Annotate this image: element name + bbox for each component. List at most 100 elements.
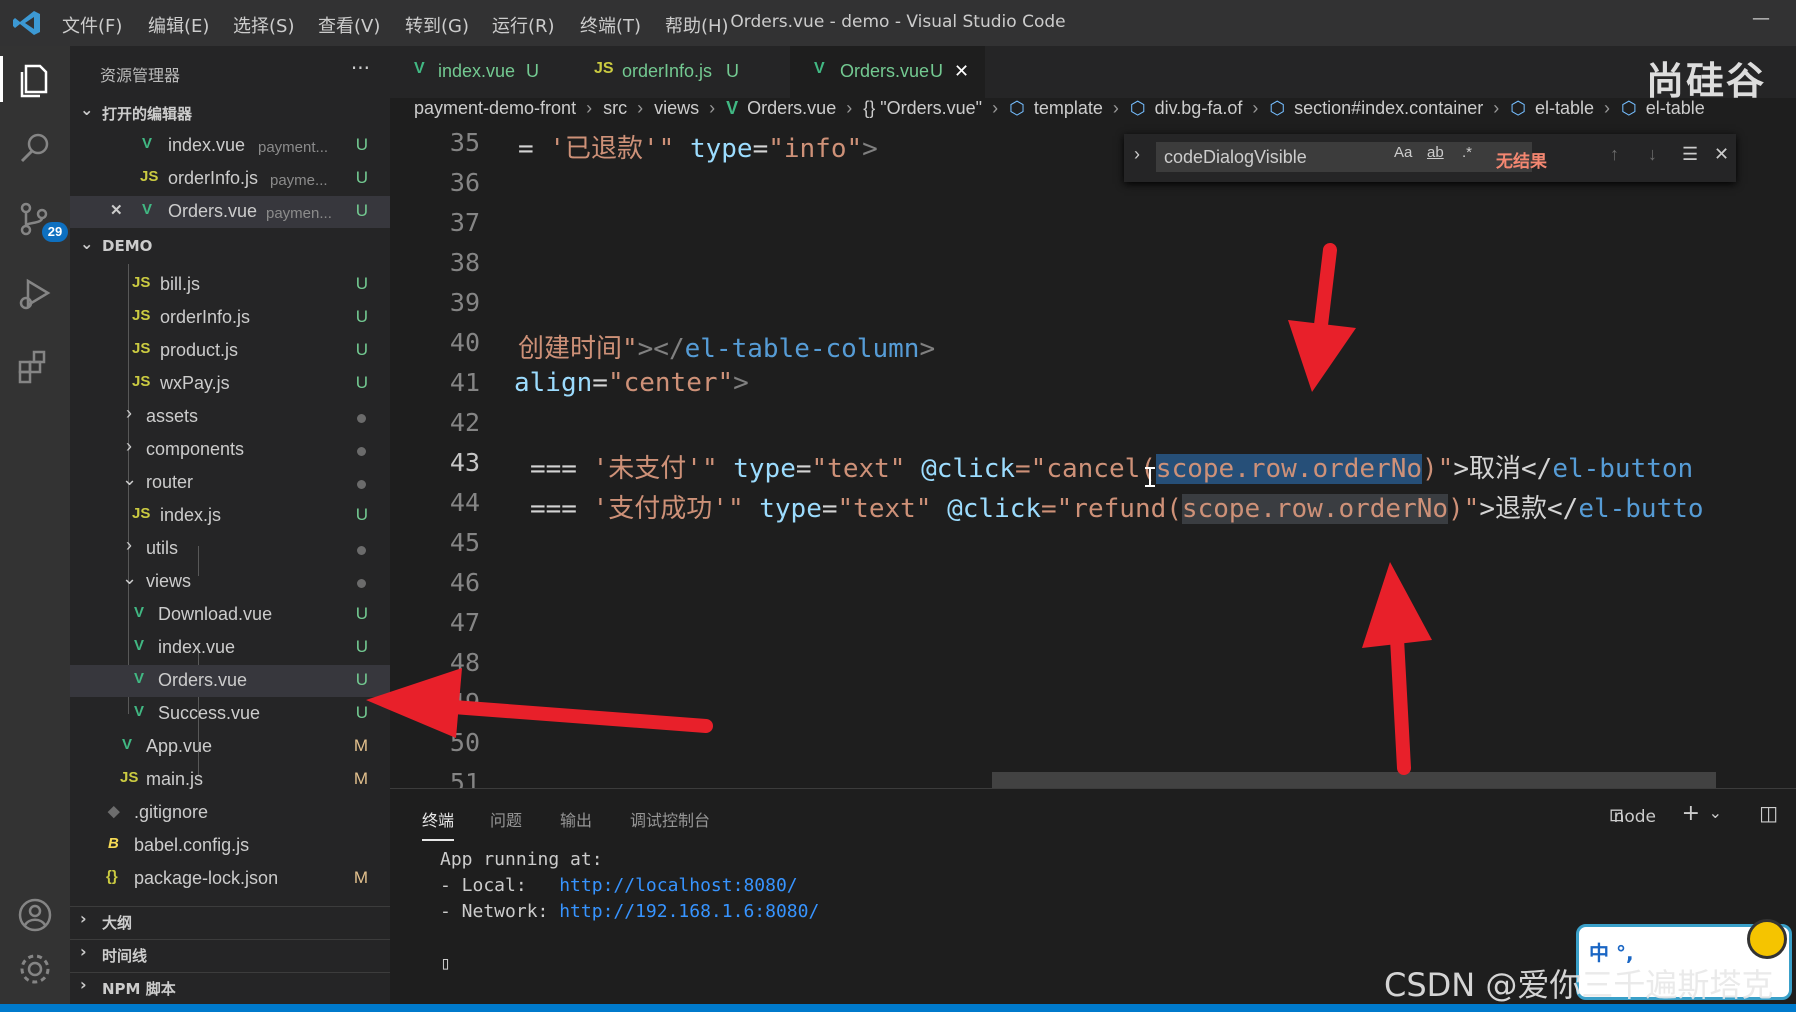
menu-terminal[interactable]: 终端(T) xyxy=(580,12,641,38)
arrow-down-icon[interactable]: ↓ xyxy=(1648,144,1657,165)
tree-item[interactable]: {} package-lock.json M xyxy=(70,863,390,895)
tree-item[interactable]: JS product.js U xyxy=(70,335,390,367)
tab-debug-console[interactable]: 调试控制台 xyxy=(630,807,710,831)
close-icon[interactable]: ✕ xyxy=(110,201,123,219)
git-status: M xyxy=(353,769,368,788)
chevron-right-icon: › xyxy=(80,942,87,961)
tab-terminal[interactable]: 终端 xyxy=(422,807,455,841)
tree-folder[interactable]: › utils xyxy=(70,533,390,565)
regex-button[interactable]: .* xyxy=(1462,144,1472,161)
timeline-header[interactable]: › 时间线 xyxy=(70,939,390,970)
tree-item[interactable]: JS wxPay.js U xyxy=(70,368,390,400)
tree-item[interactable]: JS main.js M xyxy=(70,764,390,796)
breadcrumb-item[interactable]: views xyxy=(654,98,699,118)
local-url-link[interactable]: http://localhost:8080/ xyxy=(559,875,797,896)
open-editor-item-active[interactable]: ✕ V Orders.vue paymen... U xyxy=(70,196,390,228)
chevron-down-icon[interactable]: ⌄ xyxy=(1709,803,1722,822)
tab-orders-vue[interactable]: V Orders.vue U ✕ xyxy=(790,46,985,98)
git-status: U xyxy=(355,670,368,689)
minimize-icon[interactable]: — xyxy=(1748,8,1774,34)
breadcrumb-item[interactable]: {} "Orders.vue" xyxy=(863,98,982,118)
menu-view[interactable]: 查看(V) xyxy=(318,12,380,38)
network-url-link[interactable]: http://192.168.1.6:8080/ xyxy=(559,901,819,922)
run-debug-icon[interactable] xyxy=(12,271,58,317)
menu-selection[interactable]: 选择(S) xyxy=(233,12,294,38)
line-number: 46 xyxy=(449,568,480,597)
breadcrumb-item[interactable]: section#index.container xyxy=(1294,98,1483,118)
line-number: 48 xyxy=(449,648,480,677)
tab-problems[interactable]: 问题 xyxy=(490,807,522,831)
tree-item-selected[interactable]: V Orders.vue U xyxy=(70,665,390,697)
tree-item[interactable]: JS index.js U xyxy=(70,500,390,532)
js-file-icon: JS xyxy=(132,505,151,522)
menu-help[interactable]: 帮助(H) xyxy=(665,12,729,38)
breadcrumb-item[interactable]: el-table xyxy=(1535,98,1594,118)
file-name: wxPay.js xyxy=(160,373,230,393)
tree-item[interactable]: V App.vue M xyxy=(70,731,390,763)
outline-header[interactable]: › 大纲 xyxy=(70,906,390,937)
chevron-right-icon[interactable]: › xyxy=(1134,144,1140,165)
more-actions-icon[interactable]: ··· xyxy=(351,56,370,80)
line-number: 51 xyxy=(449,768,480,788)
menu-run[interactable]: 运行(R) xyxy=(492,12,555,38)
explorer-icon[interactable] xyxy=(0,56,58,102)
match-case-button[interactable]: Aa xyxy=(1394,144,1412,161)
file-name: main.js xyxy=(146,769,204,789)
babel-file-icon: B xyxy=(108,835,119,852)
breadcrumb-item[interactable]: template xyxy=(1034,98,1103,118)
vscode-logo-icon xyxy=(12,8,42,38)
tree-item[interactable]: JS orderInfo.js U xyxy=(70,302,390,334)
breadcrumb-item[interactable]: div.bg-fa.of xyxy=(1155,98,1243,118)
code-editor[interactable]: 35 36 37 38 39 40 41 42 43 44 45 46 47 4… xyxy=(390,132,1796,788)
menu-file[interactable]: 文件(F) xyxy=(62,12,122,38)
git-status: U xyxy=(355,604,368,623)
menu-go[interactable]: 转到(G) xyxy=(405,12,469,38)
tab-close-icon[interactable]: ✕ xyxy=(954,61,969,82)
extensions-icon[interactable] xyxy=(12,344,58,390)
npm-scripts-header[interactable]: › NPM 脚本 xyxy=(70,972,390,1003)
editor-tab-bar: V index.vue U JS orderInfo.js U V Orders… xyxy=(390,46,1796,103)
split-terminal-icon[interactable]: ◫ xyxy=(1759,801,1778,825)
breadcrumb-item[interactable]: src xyxy=(603,98,627,118)
git-status: M xyxy=(353,868,368,887)
open-editor-item[interactable]: JS orderInfo.js payme... U xyxy=(70,163,390,195)
account-icon[interactable] xyxy=(12,892,58,938)
tab-status: U xyxy=(930,61,943,81)
arrow-up-icon[interactable]: ↑ xyxy=(1610,144,1619,165)
tree-item[interactable]: V index.vue U xyxy=(70,632,390,664)
tree-folder[interactable]: › assets xyxy=(70,401,390,433)
find-input[interactable] xyxy=(1156,142,1532,172)
menu-edit[interactable]: 编辑(E) xyxy=(148,12,209,38)
workspace-header[interactable]: ⌄ DEMO xyxy=(70,232,390,262)
close-icon[interactable]: ✕ xyxy=(1714,144,1729,165)
tab-orderinfo-js[interactable]: JS orderInfo.js U xyxy=(570,46,770,98)
horizontal-scrollbar[interactable] xyxy=(992,772,1716,788)
breadcrumb-item[interactable]: payment-demo-front xyxy=(414,98,576,118)
tab-index-vue[interactable]: V index.vue U xyxy=(390,46,570,98)
git-status: U xyxy=(355,201,368,220)
tree-item[interactable]: B babel.config.js xyxy=(70,830,390,862)
line-number: 42 xyxy=(449,408,480,437)
tree-folder[interactable]: ⌄ views xyxy=(70,566,390,598)
open-editors-header[interactable]: ⌄ 打开的编辑器 xyxy=(70,98,390,128)
terminal-name[interactable]: node xyxy=(1614,807,1656,827)
settings-gear-icon[interactable] xyxy=(12,946,58,992)
tree-folder[interactable]: › components xyxy=(70,434,390,466)
find-in-selection-icon[interactable]: ☰ xyxy=(1682,144,1698,165)
tree-item[interactable]: JS bill.js U xyxy=(70,269,390,301)
terminal-output[interactable]: App running at: - Local: http://localhos… xyxy=(440,847,819,977)
tree-item[interactable]: V Download.vue U xyxy=(70,599,390,631)
search-icon[interactable] xyxy=(12,126,58,172)
breadcrumb-item[interactable]: el-table xyxy=(1646,98,1705,118)
open-editor-item[interactable]: V index.vue payment... U xyxy=(70,130,390,162)
vue-file-icon: V xyxy=(134,670,145,687)
tree-folder[interactable]: ⌄ router xyxy=(70,467,390,499)
breadcrumb-item[interactable]: Orders.vue xyxy=(747,98,836,118)
status-bar xyxy=(0,1004,1796,1012)
source-control-icon[interactable]: 29 xyxy=(12,196,68,242)
tree-item[interactable]: ◆ .gitignore xyxy=(70,797,390,829)
whole-word-button[interactable]: ab xyxy=(1427,144,1444,161)
tree-item[interactable]: V Success.vue U xyxy=(70,698,390,730)
tab-output[interactable]: 输出 xyxy=(560,807,592,831)
add-terminal-icon[interactable]: + xyxy=(1682,801,1700,826)
